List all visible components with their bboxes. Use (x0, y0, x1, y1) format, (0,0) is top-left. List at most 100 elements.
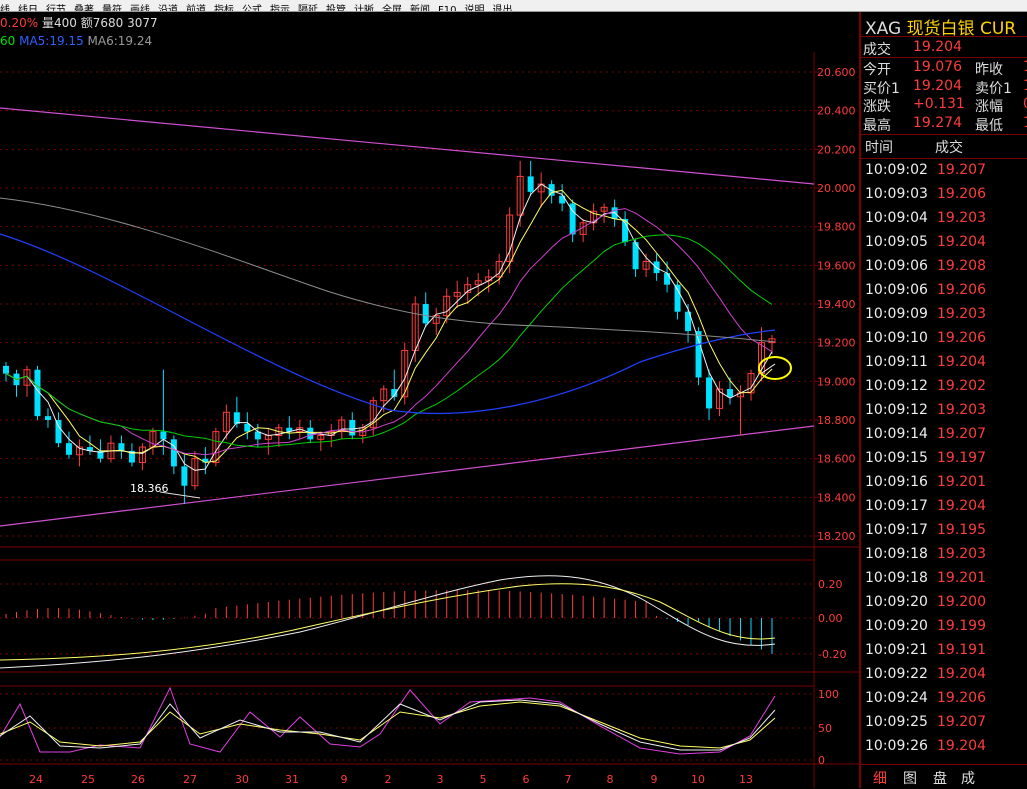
candle-body (55, 420, 62, 444)
bottom-tabs: 细 图 盘 成 (861, 764, 1027, 789)
tick-time: 10:09:06 (865, 282, 928, 298)
tick-row: 10:09:04 19.203 (865, 210, 986, 226)
price-axis-label: 20.000 (817, 182, 856, 195)
tick-row: 10:09:20 19.200 (865, 594, 986, 610)
tick-price: 19.207 (937, 162, 986, 178)
candle-body (674, 284, 681, 312)
tick-row: 10:09:15 19.197 (865, 450, 986, 466)
divider (861, 134, 1027, 135)
date-axis-label: 9 (651, 773, 658, 786)
ma-legend-3: MA6:19.24 (87, 34, 153, 48)
prev-value: 1 (1023, 59, 1027, 75)
open-label: 今开 (863, 62, 891, 78)
price-axis-label: 19.000 (817, 375, 856, 388)
ma-legend-1: 60 (0, 34, 16, 48)
kdj-d-line (0, 701, 776, 749)
tick-price: 19.203 (937, 210, 986, 226)
candle-body (548, 184, 555, 196)
tick-price: 19.203 (937, 402, 986, 418)
date-axis-label: 25 (81, 773, 95, 786)
tick-row: 10:09:09 19.203 (865, 306, 986, 322)
candle-body (65, 443, 72, 455)
tick-price: 19.204 (937, 666, 986, 682)
date-axis-label: 10 (691, 773, 705, 786)
tick-time: 10:09:26 (865, 738, 928, 754)
amplitude-label: 涨幅 (975, 99, 1003, 115)
tick-row: 10:09:11 19.204 (865, 354, 986, 370)
tick-time: 10:09:22 (865, 666, 928, 682)
ma-legend-2: MA5:19.15 (19, 34, 84, 48)
tab-detail[interactable]: 细 (873, 768, 887, 788)
price-axis-label: 18.400 (817, 491, 856, 504)
extra-label: 3077 (127, 16, 158, 30)
tick-price: 19.206 (937, 330, 986, 346)
price-axis-label: 19.600 (817, 259, 856, 272)
low-price-label: 18.366 (130, 482, 169, 495)
tick-row: 10:09:03 19.206 (865, 186, 986, 202)
candle-body (664, 273, 671, 285)
tab-trades[interactable]: 成 (961, 768, 975, 788)
tick-price: 19.207 (937, 714, 986, 730)
macd-dea-line (0, 583, 776, 661)
tab-chart[interactable]: 图 (903, 768, 917, 788)
macd-axis-label: -0.20 (818, 648, 846, 661)
price-axis-label: 19.400 (817, 298, 856, 311)
kdj-axis-label: 0 (818, 754, 825, 767)
tick-row: 10:09:17 19.204 (865, 498, 986, 514)
tick-row: 10:09:06 19.208 (865, 258, 986, 274)
tick-time: 10:09:20 (865, 594, 928, 610)
tick-time: 10:09:14 (865, 426, 928, 442)
tick-row: 10:09:18 19.201 (865, 570, 986, 586)
candle-body (3, 365, 9, 374)
tick-time: 10:09:20 (865, 618, 928, 634)
date-axis-label: 6 (523, 773, 530, 786)
tick-price: 19.206 (937, 282, 986, 298)
date-axis-label: 30 (235, 773, 249, 786)
tick-price: 19.204 (937, 234, 986, 250)
date-axis-label: 7 (565, 773, 572, 786)
tick-price: 19.191 (937, 642, 986, 658)
ask-label: 卖价1 (975, 81, 1012, 97)
kdj-axis-label: 50 (818, 722, 832, 735)
ma-line-5 (5, 189, 773, 464)
tick-time: 10:09:04 (865, 210, 928, 226)
tick-price: 19.200 (937, 594, 986, 610)
support-trendline (0, 425, 815, 527)
tick-time: 10:09:10 (865, 330, 928, 346)
ticks-time-header: 时间 (865, 140, 893, 156)
date-axis-label: 5 (480, 773, 487, 786)
tick-row: 10:09:26 19.204 (865, 738, 986, 754)
price-axis-label: 20.200 (817, 143, 856, 156)
highlight-circle (758, 356, 792, 380)
open-value: 19.076 (913, 59, 962, 75)
tick-price: 19.204 (937, 498, 986, 514)
date-axis-label: 24 (29, 773, 43, 786)
tick-time: 10:09:05 (865, 234, 928, 250)
candle-body (181, 466, 188, 486)
tab-book[interactable]: 盘 (933, 768, 947, 788)
tick-row: 10:09:16 19.201 (865, 474, 986, 490)
tick-time: 10:09:16 (865, 474, 928, 490)
low-value: 1 (1023, 115, 1027, 131)
tick-price: 19.203 (937, 306, 986, 322)
tick-time: 10:09:09 (865, 306, 928, 322)
tick-time: 10:09:17 (865, 498, 928, 514)
tick-price: 19.202 (937, 378, 986, 394)
divider (861, 57, 1027, 58)
ma-line-blue (0, 233, 776, 415)
change-value: +0.131 (913, 96, 965, 112)
tick-row: 10:09:02 19.207 (865, 162, 986, 178)
macd-dif-line (0, 575, 776, 669)
tick-time: 10:09:12 (865, 378, 928, 394)
tick-time: 10:09:06 (865, 258, 928, 274)
tick-time: 10:09:15 (865, 450, 928, 466)
tick-price: 19.201 (937, 570, 986, 586)
candle-body (527, 176, 534, 192)
price-axis-label: 20.400 (817, 105, 856, 118)
tick-time: 10:09:18 (865, 546, 928, 562)
chart-area[interactable]: 20.60020.40020.20020.00019.80019.60019.4… (0, 12, 859, 788)
low-label: 最低 (975, 118, 1003, 134)
candle-body (170, 439, 177, 467)
tick-row: 10:09:10 19.206 (865, 330, 986, 346)
deal-label: 成交 (863, 42, 891, 58)
